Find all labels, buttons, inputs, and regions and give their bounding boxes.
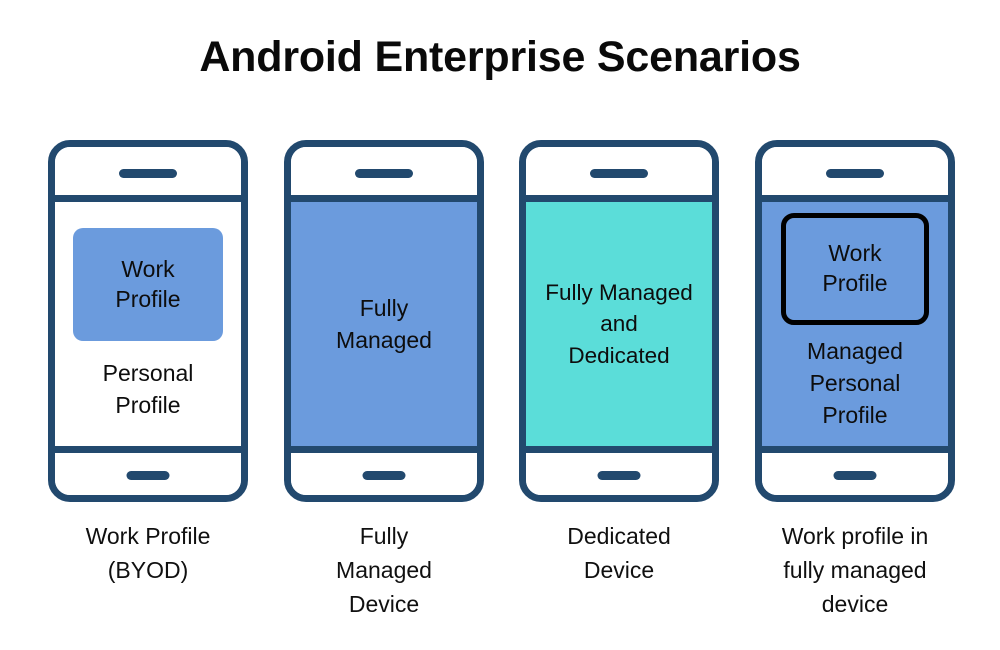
work-profile-box: Work Profile (781, 213, 929, 325)
phone-bottom-bezel (526, 446, 712, 495)
scenario-caption: Work Profile (BYOD) (85, 523, 211, 583)
phone-screen: Work Profile Personal Profile (55, 202, 241, 446)
phone-bottom-bezel (55, 446, 241, 495)
work-profile-box: Work Profile (73, 228, 223, 341)
scenario-card-work-profile-byod: Work Profile Personal Profile Work Profi… (30, 138, 266, 638)
phone-top-bezel (55, 147, 241, 202)
home-button-icon (833, 471, 877, 480)
speaker-icon (355, 169, 413, 178)
phone-top-bezel (526, 147, 712, 202)
scenario-row: Work Profile Personal Profile Work Profi… (0, 138, 1000, 638)
phone-illustration: Fully Managed and Dedicated (519, 140, 719, 502)
phone-screen: Fully Managed and Dedicated (526, 202, 712, 446)
phone-top-bezel (762, 147, 948, 202)
speaker-icon (826, 169, 884, 178)
speaker-icon (119, 169, 177, 178)
screen-label: Fully Managed (336, 294, 432, 353)
screen-label: Managed Personal Profile (807, 338, 903, 429)
phone-top-bezel (291, 147, 477, 202)
phone-illustration: Work Profile Personal Profile (48, 140, 248, 502)
scenario-card-work-profile-in-fully-managed-device: Work Profile Managed Personal Profile Wo… (737, 138, 973, 638)
scenario-caption: Dedicated Device (567, 523, 671, 583)
phone-bottom-bezel (762, 446, 948, 495)
screen-label: Fully Managed and Dedicated (545, 279, 693, 368)
home-button-icon (126, 471, 170, 480)
scenario-card-dedicated-device: Fully Managed and Dedicated Dedicated De… (501, 138, 737, 638)
scenario-caption: Fully Managed Device (336, 523, 432, 617)
speaker-icon (590, 169, 648, 178)
phone-bottom-bezel (291, 446, 477, 495)
page-title: Android Enterprise Scenarios (199, 33, 801, 81)
scenario-caption: Work profile in fully managed device (781, 523, 929, 617)
screen-label: Personal Profile (102, 360, 194, 419)
phone-illustration: Work Profile Managed Personal Profile (755, 140, 955, 502)
phone-screen: Work Profile Managed Personal Profile (762, 202, 948, 446)
scenario-card-fully-managed-device: Fully Managed Fully Managed Device (266, 138, 502, 638)
home-button-icon (362, 471, 406, 480)
phone-screen: Fully Managed (291, 202, 477, 446)
phone-illustration: Fully Managed (284, 140, 484, 502)
home-button-icon (597, 471, 641, 480)
